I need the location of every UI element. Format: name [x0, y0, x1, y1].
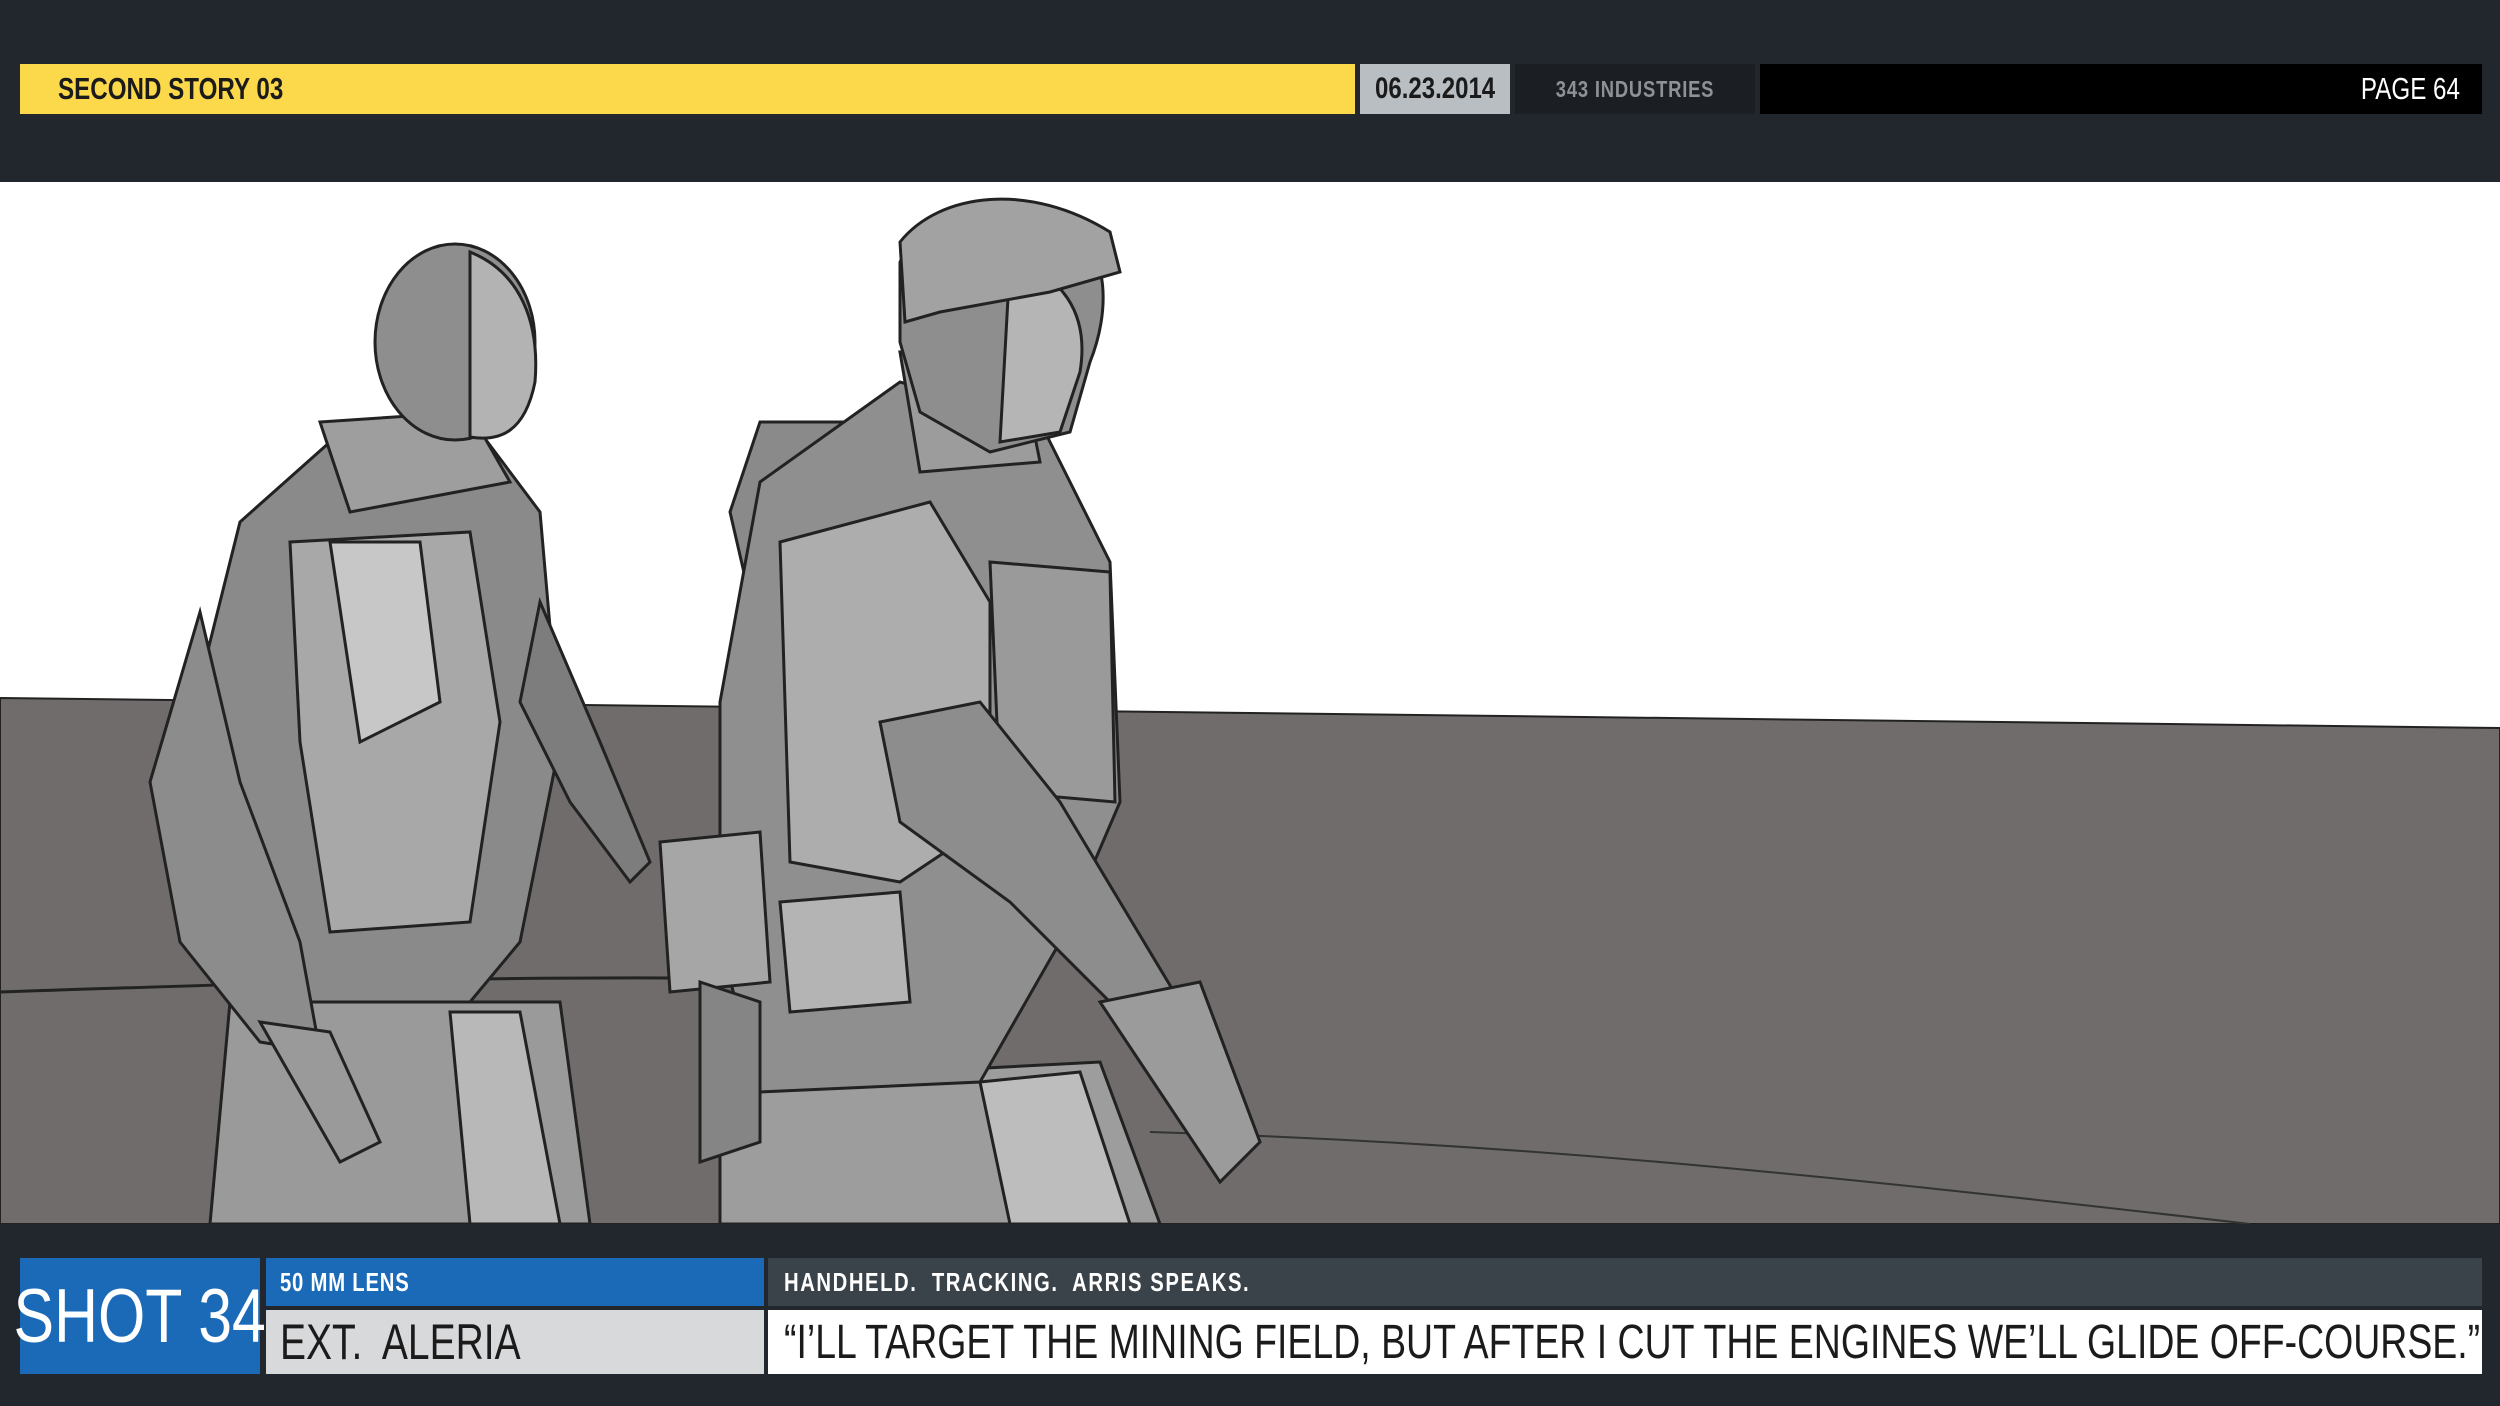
- location-label: EXT. ALERIA: [280, 1314, 521, 1370]
- lens-label: 50 MM LENS: [280, 1266, 410, 1297]
- lens-bar: 50 MM LENS: [266, 1258, 764, 1306]
- dialogue-bar: “I’LL TARGET THE MINING FIELD, BUT AFTER…: [768, 1310, 2482, 1374]
- document-title: SECOND STORY 03: [58, 71, 284, 106]
- header-date-bar: 06.23.2014: [1360, 64, 1510, 114]
- company-name: 343 INDUSTRIES: [1555, 75, 1715, 102]
- storyboard-panel: [0, 182, 2500, 1224]
- location-bar: EXT. ALERIA: [266, 1310, 764, 1374]
- header-title-bar: SECOND STORY 03: [20, 64, 1355, 114]
- header-page-bar: PAGE 64: [1760, 64, 2482, 114]
- page-number: PAGE 64: [2360, 71, 2460, 106]
- storyboard-illustration: [0, 182, 2500, 1224]
- document-date: 06.23.2014: [1374, 72, 1496, 105]
- camera-notes: HANDHELD. TRACKING. ARRIS SPEAKS.: [784, 1266, 1251, 1297]
- header-company-bar: 343 INDUSTRIES: [1515, 64, 1755, 114]
- camera-notes-bar: HANDHELD. TRACKING. ARRIS SPEAKS.: [768, 1258, 2482, 1306]
- dialogue-text: “I’LL TARGET THE MINING FIELD, BUT AFTER…: [784, 1315, 2481, 1369]
- shot-number: SHOT 34: [13, 1273, 267, 1359]
- shot-number-box: SHOT 34: [14, 1258, 266, 1374]
